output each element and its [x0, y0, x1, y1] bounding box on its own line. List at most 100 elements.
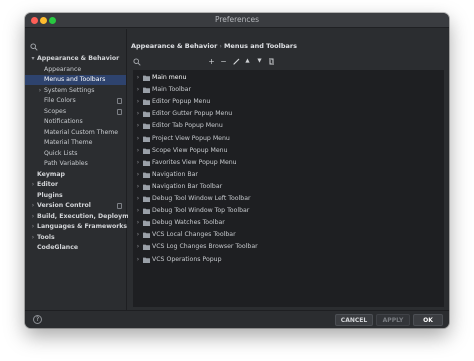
chevron-down-icon[interactable]: ▾	[30, 54, 36, 64]
chevron-right-icon[interactable]: ›	[135, 217, 141, 229]
folder-icon	[143, 196, 150, 202]
sidebar-item[interactable]: Notifications	[25, 117, 126, 127]
menu-tree-row[interactable]: › Debug Tool Window Top Toolbar	[133, 205, 444, 217]
chevron-right-icon[interactable]: ›	[135, 254, 141, 266]
sidebar-item[interactable]: Menus and Toolbars	[25, 75, 126, 85]
menu-tree-row[interactable]: › Main Toolbar	[133, 84, 444, 96]
menu-tree-label: Debug Tool Window Left Toolbar	[152, 195, 251, 202]
apply-button[interactable]: APPLY	[376, 314, 410, 326]
pencil-icon[interactable]	[232, 57, 241, 66]
breadcrumb-separator: ›	[219, 42, 222, 50]
sidebar-item-label: Scopes	[44, 107, 67, 115]
preferences-window: Preferences ▾ Appearance & Behavior Appear…	[25, 13, 449, 328]
menu-tree-row[interactable]: › VCS Log Changes Browser Toolbar	[133, 241, 444, 253]
sidebar-item[interactable]: Scopes	[25, 107, 126, 117]
menu-tree-row[interactable]: › Navigation Bar	[133, 169, 444, 181]
ok-button[interactable]: OK	[413, 314, 443, 326]
chevron-right-icon[interactable]: ›	[135, 169, 141, 181]
folder-icon	[143, 208, 150, 215]
restore-icon[interactable]	[267, 57, 276, 66]
menu-tree-row[interactable]: › Project View Popup Menu	[133, 133, 444, 145]
sidebar-item-label: Quick Lists	[44, 149, 78, 157]
menu-tree-label: Project View Popup Menu	[152, 134, 230, 142]
search-icon[interactable]	[30, 43, 38, 51]
window-title: Preferences	[214, 15, 260, 24]
menu-tree-row[interactable]: › Debug Tool Window Left Toolbar	[133, 193, 444, 205]
add-button[interactable]: +	[207, 57, 216, 66]
chevron-right-icon[interactable]: ›	[135, 181, 141, 193]
menu-tree-label: Navigation Bar Toolbar	[152, 182, 223, 190]
menu-tree-row[interactable]: › Main menu	[133, 72, 444, 84]
chevron-right-icon[interactable]: ›	[135, 96, 141, 108]
remove-button[interactable]: −	[219, 57, 228, 66]
menu-tree-row[interactable]: › Debug Watches Toolbar	[133, 217, 444, 229]
chevron-right-icon[interactable]: ›	[30, 233, 36, 243]
sidebar-item[interactable]: › Languages & Frameworks	[25, 222, 128, 232]
menu-tree-row[interactable]: › Favorites View Popup Menu	[133, 157, 444, 169]
menu-tree-label: VCS Operations Popup	[152, 255, 222, 263]
chevron-right-icon[interactable]: ›	[135, 133, 141, 145]
breadcrumb-current: Menus and Toolbars	[223, 42, 297, 50]
sidebar-item[interactable]: Plugins	[25, 191, 126, 201]
sidebar-item-label: Appearance	[44, 65, 82, 73]
sidebar-item[interactable]: File Colors	[25, 96, 126, 106]
menu-tree-row[interactable]: › Navigation Bar Toolbar	[133, 181, 444, 193]
menu-tree-row[interactable]: › VCS Local Changes Toolbar	[133, 229, 444, 241]
chevron-right-icon[interactable]: ›	[135, 145, 141, 157]
menu-tree-label: Main Toolbar	[152, 86, 192, 94]
sidebar-item[interactable]: › Tools	[25, 233, 126, 243]
sidebar-item-label: Menus and Toolbars	[44, 76, 106, 83]
move-up-button[interactable]: ▲	[243, 57, 252, 66]
folder-icon	[143, 123, 150, 130]
settings-sidebar: ▾ Appearance & Behavior Appearance Menus an…	[25, 29, 140, 310]
sidebar-item[interactable]: Path Variables	[25, 159, 126, 169]
sidebar-item-label: Build, Execution, Deployment	[37, 212, 141, 220]
sidebar-item[interactable]: ▾ Appearance & Behavior	[25, 54, 126, 64]
chevron-right-icon[interactable]: ›	[135, 108, 141, 120]
search-icon[interactable]	[133, 58, 141, 66]
chevron-right-icon[interactable]: ›	[30, 222, 36, 232]
sidebar-item[interactable]: CodeGlance	[25, 243, 126, 253]
chevron-right-icon[interactable]: ›	[135, 84, 141, 96]
chevron-right-icon[interactable]: ›	[37, 86, 43, 96]
chevron-right-icon[interactable]: ›	[30, 212, 36, 222]
chevron-right-icon[interactable]: ›	[135, 241, 141, 253]
sidebar-item[interactable]: › Version Control	[25, 201, 126, 211]
sidebar-item[interactable]: Keymap	[25, 170, 126, 180]
chevron-right-icon[interactable]: ›	[135, 72, 141, 84]
move-down-button[interactable]: ▼	[255, 57, 264, 66]
menu-tree-row[interactable]: › Editor Gutter Popup Menu	[133, 108, 444, 120]
chevron-right-icon[interactable]: ›	[30, 201, 36, 211]
menu-tree-row[interactable]: › VCS Operations Popup	[133, 254, 444, 266]
sidebar-item[interactable]: Appearance	[25, 65, 126, 75]
chevron-right-icon[interactable]: ›	[135, 157, 141, 169]
chevron-right-icon[interactable]: ›	[135, 205, 141, 217]
menu-tree-label: Navigation Bar	[152, 170, 198, 178]
menu-tree-row[interactable]: › Editor Popup Menu	[133, 96, 444, 108]
sidebar-item[interactable]: › Build, Execution, Deployment	[25, 212, 140, 222]
menu-tree-label: VCS Local Changes Toolbar	[152, 231, 236, 239]
sidebar-item[interactable]: Material Theme	[25, 138, 126, 148]
menu-tree-row[interactable]: › Scope View Popup Menu	[133, 145, 444, 157]
breadcrumb-parent[interactable]: Appearance & Behavior	[131, 42, 217, 50]
chevron-right-icon[interactable]: ›	[135, 193, 141, 205]
folder-icon	[143, 99, 150, 106]
menu-tree-label: VCS Log Changes Browser Toolbar	[152, 243, 258, 251]
menu-tree-row[interactable]: › Editor Tab Popup Menu	[133, 120, 444, 132]
menu-tree-label: Favorites View Popup Menu	[152, 158, 237, 166]
chevron-right-icon[interactable]: ›	[30, 180, 36, 190]
sidebar-item-label: File Colors	[44, 97, 76, 104]
sidebar-item[interactable]: › System Settings	[25, 86, 126, 96]
sidebar-item-label: Editor	[37, 181, 59, 188]
sidebar-item[interactable]: Material Custom Theme	[25, 128, 126, 138]
sidebar-item[interactable]: › Editor	[25, 180, 126, 190]
menu-tree-label: Scope View Popup Menu	[152, 146, 228, 154]
help-button[interactable]: ?	[33, 315, 42, 324]
sidebar-item[interactable]: Quick Lists	[25, 149, 126, 159]
chevron-right-icon[interactable]: ›	[135, 229, 141, 241]
cancel-button[interactable]: CANCEL	[335, 314, 373, 326]
chevron-right-icon[interactable]: ›	[135, 120, 141, 132]
menu-tree-label: Editor Popup Menu	[152, 98, 211, 106]
sidebar-item-label: Languages & Frameworks	[37, 223, 128, 230]
sidebar-item-label: CodeGlance	[37, 244, 79, 251]
